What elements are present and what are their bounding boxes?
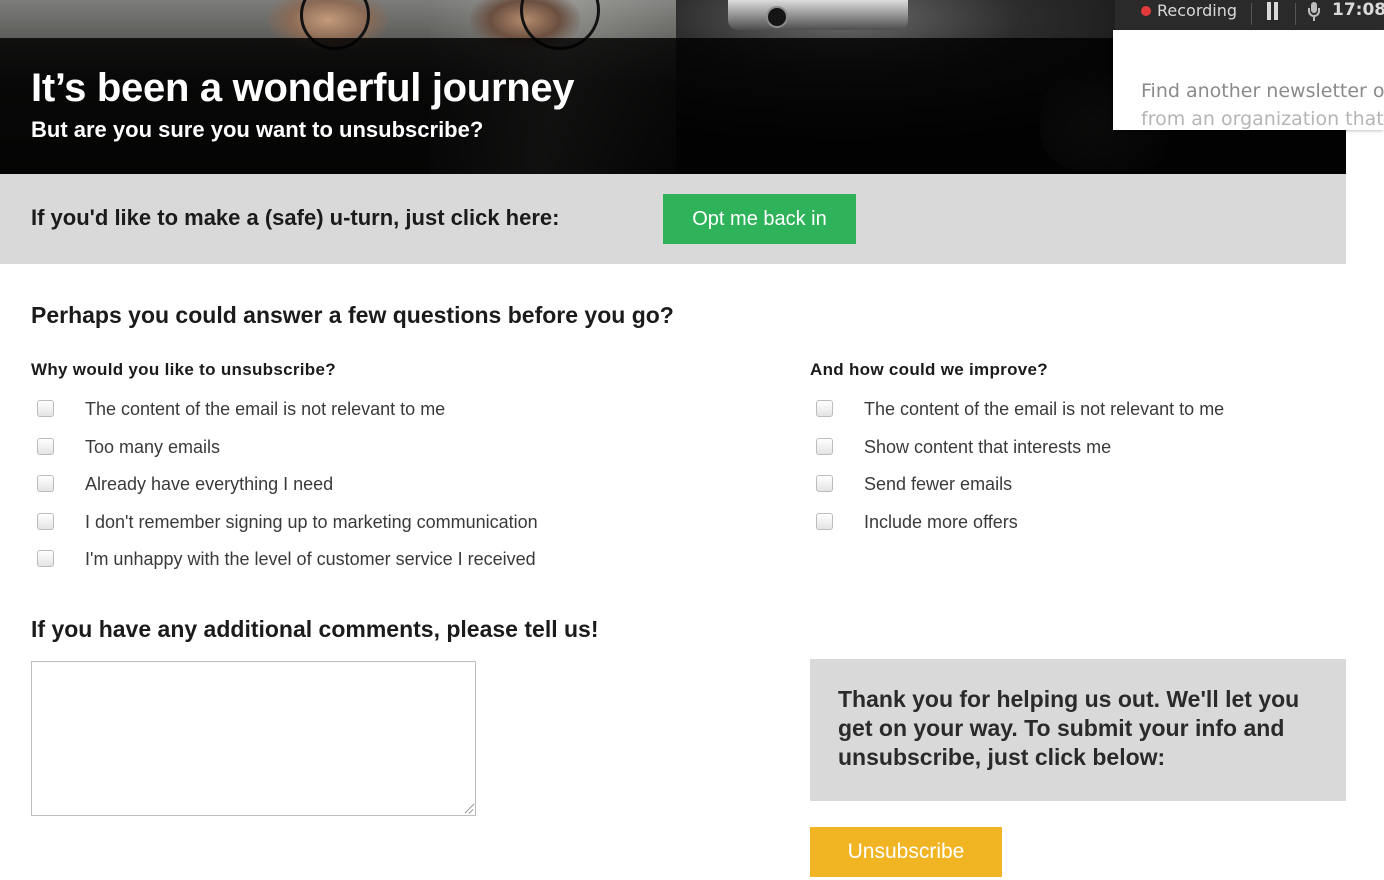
improve-label: Show content that interests me	[864, 437, 1112, 457]
popup-text-line: from an organization that	[1141, 108, 1384, 130]
recording-status: Recording	[1157, 1, 1238, 20]
improve-checkbox[interactable]	[816, 438, 833, 455]
popup-text-line: Find another newsletter o	[1141, 80, 1384, 102]
record-dot-icon	[1141, 6, 1151, 16]
opt-back-in-button[interactable]: Opt me back in	[663, 194, 856, 244]
recording-bar: Recording 17:08	[1115, 0, 1384, 30]
reason-label: Too many emails	[85, 437, 221, 457]
improve-label: Include more offers	[864, 512, 1018, 532]
improve-label: Send fewer emails	[864, 474, 1013, 494]
reasons-heading: Why would you like to unsubscribe?	[31, 360, 336, 379]
newsletter-popup: Find another newsletter o from an organi…	[1113, 30, 1384, 130]
reason-checkbox[interactable]	[37, 475, 54, 492]
unsubscribe-button[interactable]: Unsubscribe	[810, 827, 1002, 877]
hero-photo-knob	[766, 6, 788, 28]
reason-checkbox[interactable]	[37, 513, 54, 530]
hero-photo-dashboard	[728, 0, 908, 30]
divider	[1251, 3, 1252, 25]
divider	[1295, 3, 1296, 25]
thanks-panel: Thank you for helping us out. We'll let …	[810, 659, 1346, 801]
improve-checkbox[interactable]	[816, 475, 833, 492]
comments-textarea[interactable]	[31, 661, 476, 816]
microphone-icon[interactable]	[1308, 2, 1320, 22]
recording-time: 17:08	[1332, 0, 1384, 20]
resize-handle-icon[interactable]	[463, 803, 474, 814]
improve-checkbox[interactable]	[816, 513, 833, 530]
reason-label: I don't remember signing up to marketing…	[85, 512, 538, 532]
reason-label: Already have everything I need	[85, 474, 334, 494]
reason-label: I'm unhappy with the level of customer s…	[85, 549, 536, 569]
comments-heading: If you have any additional comments, ple…	[31, 616, 599, 642]
pause-icon[interactable]	[1265, 2, 1281, 20]
improve-checkbox[interactable]	[816, 400, 833, 417]
uturn-text: If you'd like to make a (safe) u-turn, j…	[31, 205, 560, 230]
reason-checkbox[interactable]	[37, 400, 54, 417]
page-subtitle: But are you sure you want to unsubscribe…	[31, 117, 484, 142]
reason-label: The content of the email is not relevant…	[85, 399, 446, 419]
questions-heading: Perhaps you could answer a few questions…	[31, 302, 674, 328]
improve-label: The content of the email is not relevant…	[864, 399, 1225, 419]
page-title: It’s been a wonderful journey	[31, 66, 575, 110]
improve-heading: And how could we improve?	[810, 360, 1048, 379]
thanks-text: Thank you for helping us out. We'll let …	[838, 686, 1300, 770]
reason-checkbox[interactable]	[37, 438, 54, 455]
reason-checkbox[interactable]	[37, 550, 54, 567]
